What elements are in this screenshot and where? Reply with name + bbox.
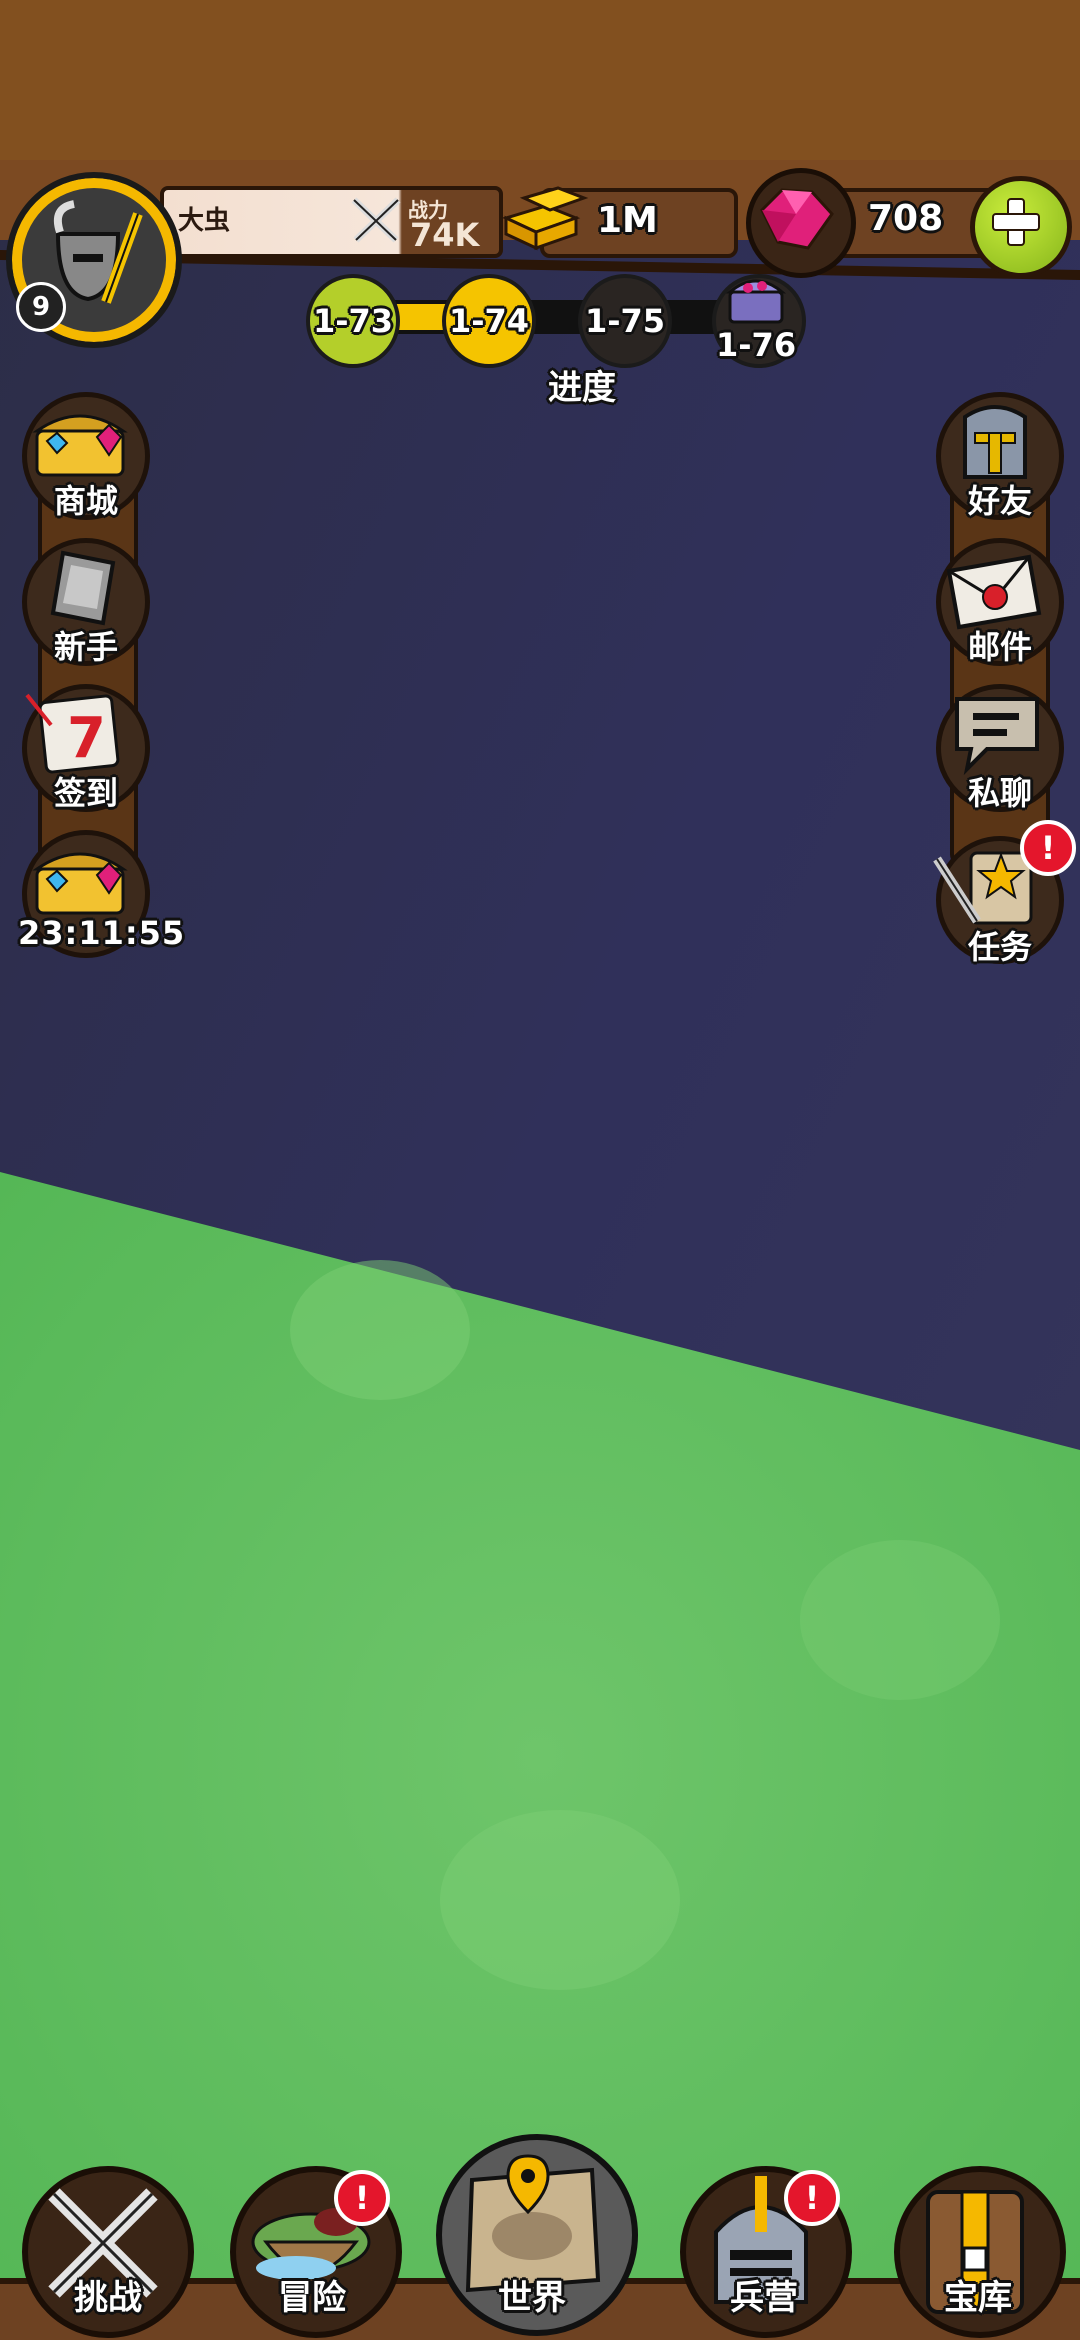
stage-label: 1-75	[584, 302, 666, 340]
nav-challenge-label: 挑战	[74, 2278, 142, 2318]
newbie-label: 新手	[53, 628, 118, 666]
svg-text:7: 7	[67, 706, 106, 771]
nav-treasury-label: 宝库	[944, 2278, 1012, 2318]
stage-label: 1-73	[312, 302, 394, 340]
crossed-swords-icon	[351, 197, 401, 243]
plus-icon	[992, 198, 1040, 246]
treasure-chest-icon	[725, 279, 787, 324]
progress-label: 进度	[548, 368, 616, 408]
chat-label: 私聊	[967, 774, 1032, 812]
game-map-background[interactable]	[0, 0, 1080, 2340]
chat-bubble-icon	[955, 697, 1039, 776]
add-gems-button[interactable]	[970, 176, 1072, 278]
shop-label: 商城	[53, 482, 118, 520]
nav-adventure-label: 冒险	[278, 2278, 346, 2318]
chest-timer: 23:11:55	[18, 914, 186, 952]
treasure-chest-icon	[32, 414, 128, 477]
power-value: 74K	[410, 216, 480, 254]
stage-label-reward: 1-76	[716, 326, 797, 364]
barracks-alert-badge: !	[784, 2170, 840, 2226]
stage-node-1[interactable]: 1-73	[306, 274, 400, 368]
helmet-icon	[963, 405, 1027, 479]
nav-world-label: 世界	[498, 2278, 566, 2318]
gem-amount: 708	[868, 198, 944, 239]
player-name: 大虫	[178, 206, 231, 236]
gold-amount: 1M	[597, 200, 658, 241]
stage-node-3[interactable]: 1-75	[578, 274, 672, 368]
treasure-chest-icon	[32, 852, 128, 915]
friends-label: 好友	[967, 482, 1032, 520]
tasks-alert-badge: !	[1020, 820, 1076, 876]
mail-label: 邮件	[967, 628, 1032, 666]
signin-label: 签到	[53, 774, 118, 812]
gold-bars-icon	[501, 186, 589, 251]
stage-label: 1-74	[448, 302, 530, 340]
shield-scroll-icon	[50, 550, 116, 626]
player-level-badge: 9	[16, 282, 66, 332]
tasks-label: 任务	[967, 928, 1032, 966]
stage-node-2[interactable]: 1-74	[442, 274, 536, 368]
adventure-alert-badge: !	[334, 2170, 390, 2226]
pink-gem-icon	[760, 188, 834, 250]
nav-barracks-label: 兵营	[730, 2278, 798, 2318]
